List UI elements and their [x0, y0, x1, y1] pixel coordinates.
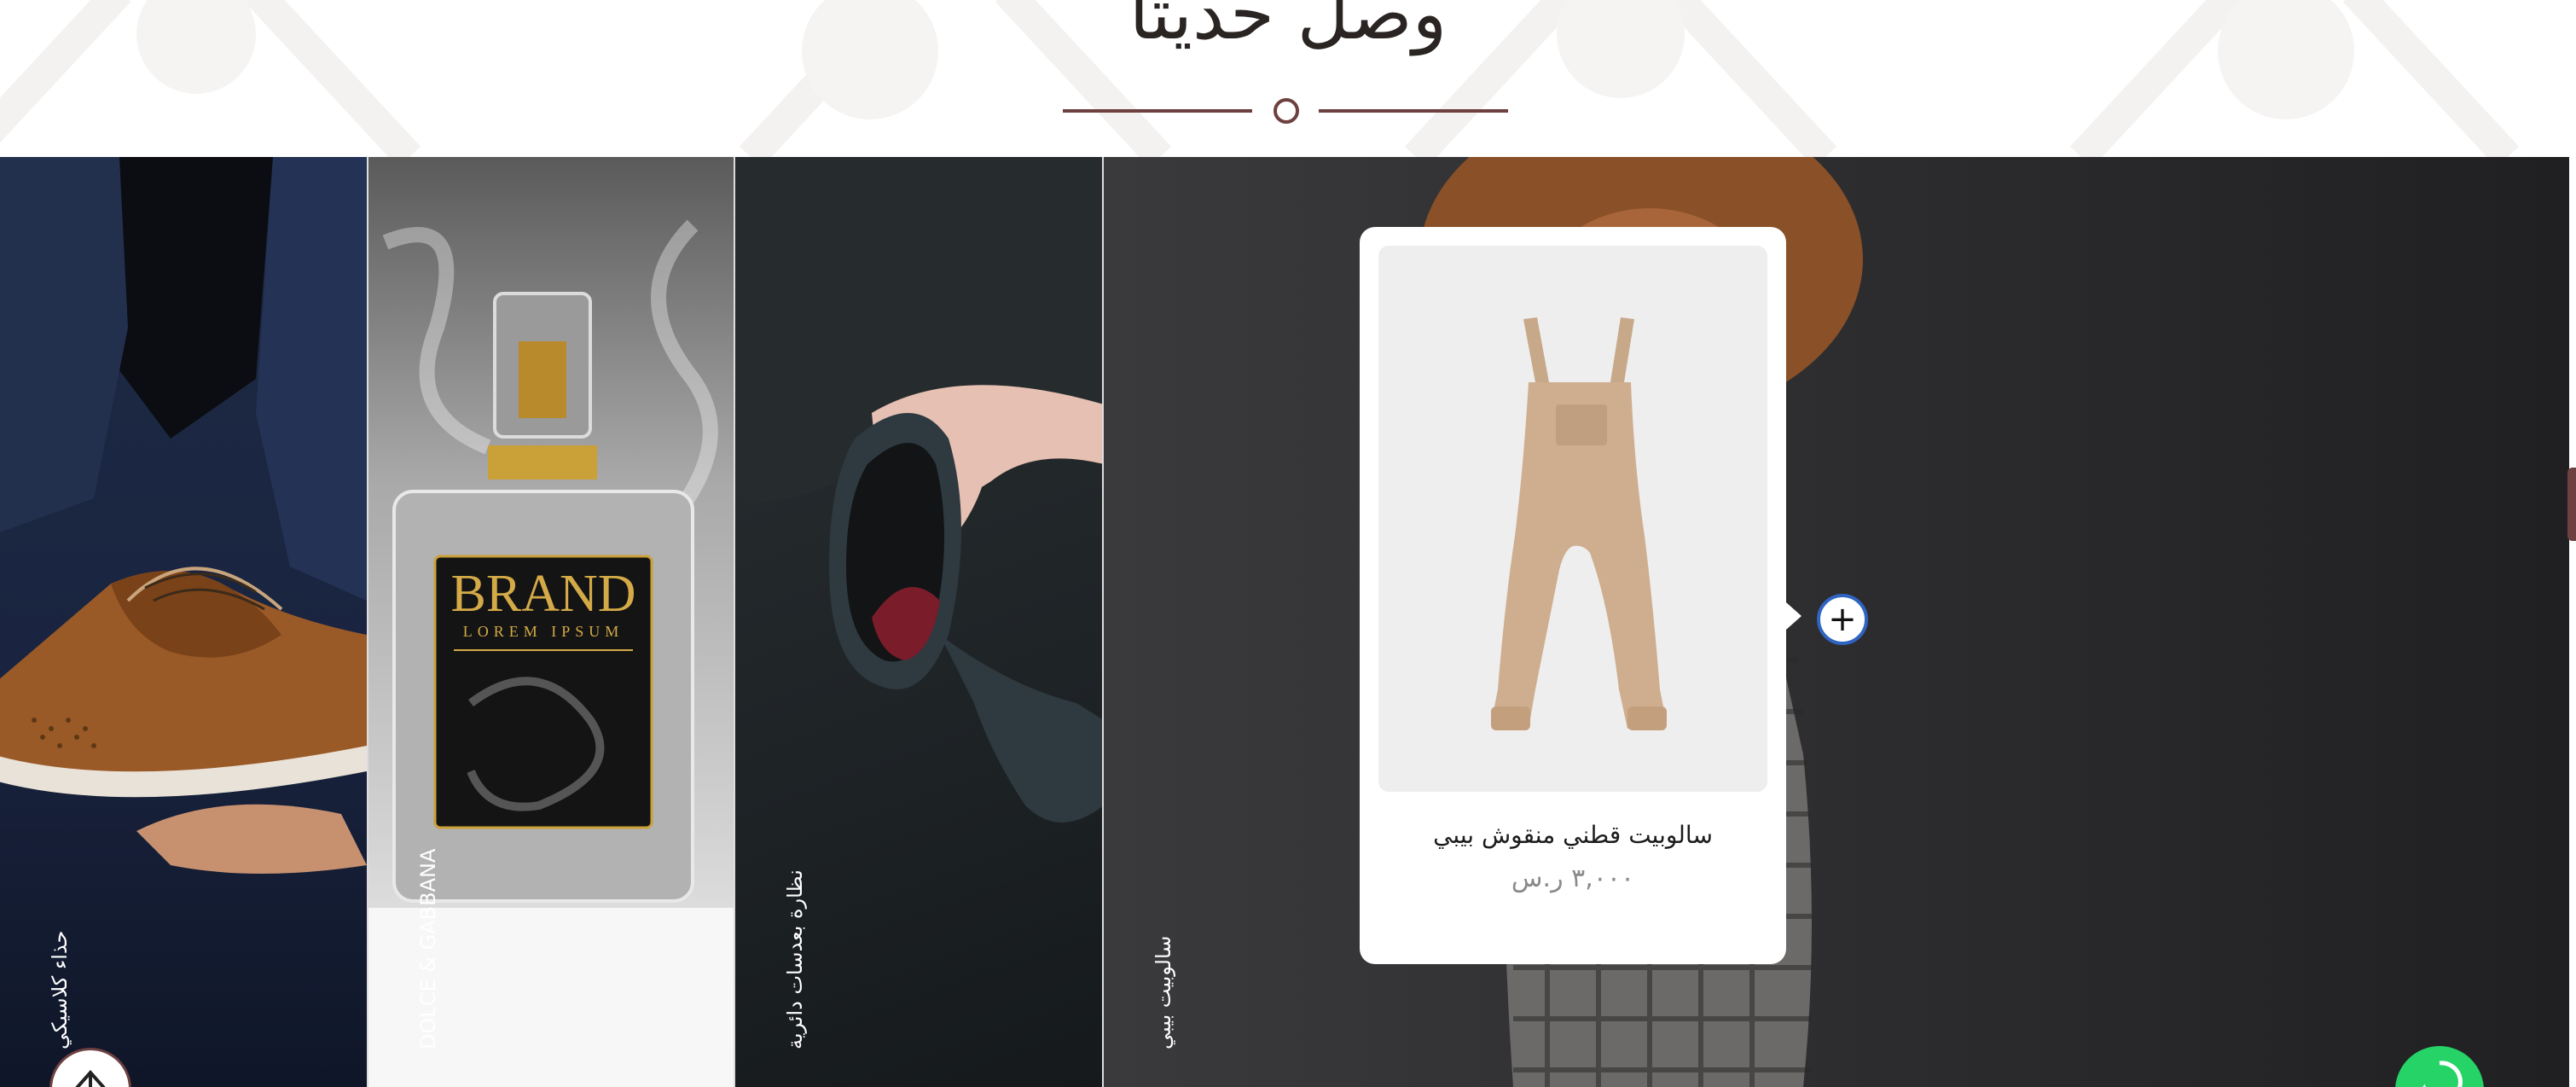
divider-line-right — [1319, 109, 1508, 113]
perfume-brand-text: BRAND — [450, 565, 635, 623]
divider-ring-icon — [1273, 98, 1299, 124]
panel-label-perfume: DOLCE & GABBANA — [416, 848, 440, 1049]
perfume-tagline-text: LOREM IPSUM — [463, 623, 624, 640]
panel-label-baby: سالوبيت بيبي — [1152, 935, 1175, 1049]
panel-perfume[interactable]: BRAND LOREM IPSUM DOLCE & GABBANA — [367, 157, 734, 1087]
panel-label-glasses: نظارة بعدسات دائرية — [783, 869, 807, 1049]
side-scroll-indicator[interactable] — [2567, 468, 2576, 541]
product-price: ٣,٠٠٠ ر.س — [1511, 863, 1635, 893]
arrow-up-icon — [75, 1069, 106, 1087]
plus-icon: + — [1828, 600, 1857, 639]
new-arrivals-gallery: حذاء كلاسيكي BRAND LOREM IPSUM DOLCE & G… — [0, 157, 2569, 1087]
product-image[interactable] — [1378, 246, 1767, 792]
product-card[interactable]: سالوبيت قطني منقوش بيبي ٣,٠٠٠ ر.س — [1360, 227, 1786, 964]
panel-round-glasses[interactable]: نظارة بعدسات دائرية — [734, 157, 1102, 1087]
card-pointer — [1786, 602, 1801, 630]
title-divider — [1063, 96, 1508, 126]
overalls-image — [1491, 317, 1667, 730]
product-name[interactable]: سالوبيت قطني منقوش بيبي — [1360, 821, 1786, 849]
divider-line-left — [1063, 109, 1252, 113]
section-header: وصل حديثا — [0, 0, 2576, 157]
panel-label-shoe: حذاء كلاسيكي — [48, 930, 72, 1049]
whatsapp-icon — [2422, 1061, 2463, 1087]
panel-classic-shoe[interactable]: حذاء كلاسيكي — [0, 157, 367, 1087]
product-hotspot-button[interactable]: + — [1817, 594, 1868, 645]
section-title: وصل حديثا — [1128, 0, 1448, 55]
